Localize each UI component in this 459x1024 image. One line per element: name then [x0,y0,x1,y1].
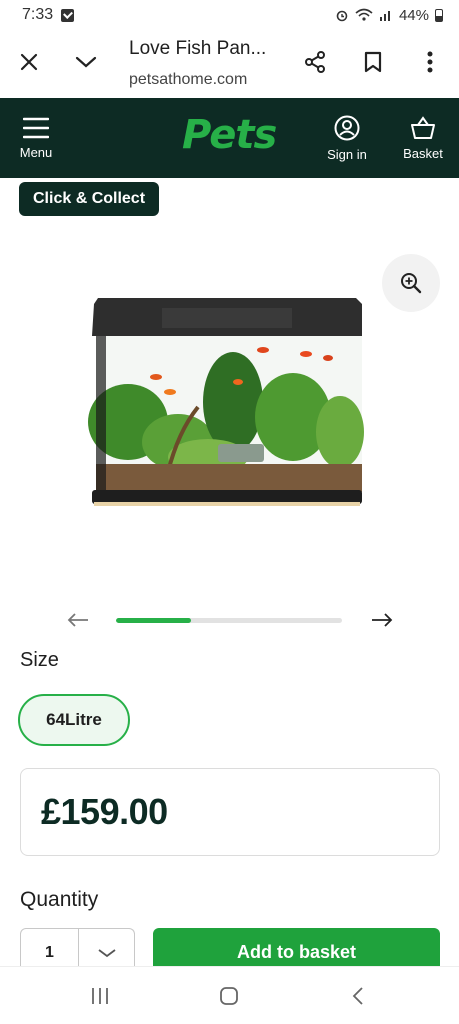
notification-check-icon [61,8,75,22]
size-label: Size [20,649,59,671]
prev-image-button[interactable] [64,608,92,632]
menu-button[interactable]: Menu [14,98,58,178]
back-icon[interactable] [338,981,378,1011]
price-box: £159.00 [20,768,440,856]
status-bar: 7:33 44% [0,0,459,30]
sign-in-label: Sign in [327,146,367,162]
status-time: 7:33 [22,6,54,23]
page-title[interactable]: Love Fish Pan... [129,38,266,60]
product-image[interactable] [58,232,400,582]
next-image-button[interactable] [368,608,396,632]
price-value: £159.00 [41,791,168,832]
battery-percent: 44% [398,6,429,24]
arrow-right-icon [372,613,393,627]
wifi-icon [355,8,373,21]
recents-icon[interactable] [80,981,120,1011]
system-nav-bar [0,966,459,1024]
pets-logo[interactable]: Pets [182,112,277,158]
alarm-icon [336,10,348,22]
bookmark-icon[interactable] [353,42,393,82]
zoom-button[interactable] [382,254,440,312]
chevron-down-icon[interactable] [66,42,106,82]
carousel-progress-fill [116,618,191,623]
arrow-left-icon [67,613,88,627]
basket-icon [411,115,435,139]
close-icon[interactable] [9,42,49,82]
battery-icon [435,8,443,22]
account-icon [334,115,360,140]
site-header: Menu Pets Sign in Basket [0,98,459,178]
browser-toolbar: Love Fish Pan... petsathome.com [0,30,459,98]
quantity-label: Quantity [20,888,99,911]
signal-icon [379,11,390,21]
home-icon[interactable] [209,981,249,1011]
click-collect-badge: Click & Collect [19,182,160,216]
zoom-in-icon [401,273,422,294]
sign-in-button[interactable]: Sign in [322,98,372,178]
menu-icon [23,117,49,138]
more-vert-icon[interactable] [410,42,450,82]
size-option-64litre[interactable]: 64Litre [18,694,130,746]
basket-label: Basket [403,145,443,161]
menu-label: Menu [19,144,53,160]
carousel-progress [116,618,342,623]
page-url[interactable]: petsathome.com [129,71,247,89]
basket-button[interactable]: Basket [400,98,446,178]
share-icon[interactable] [295,42,335,82]
